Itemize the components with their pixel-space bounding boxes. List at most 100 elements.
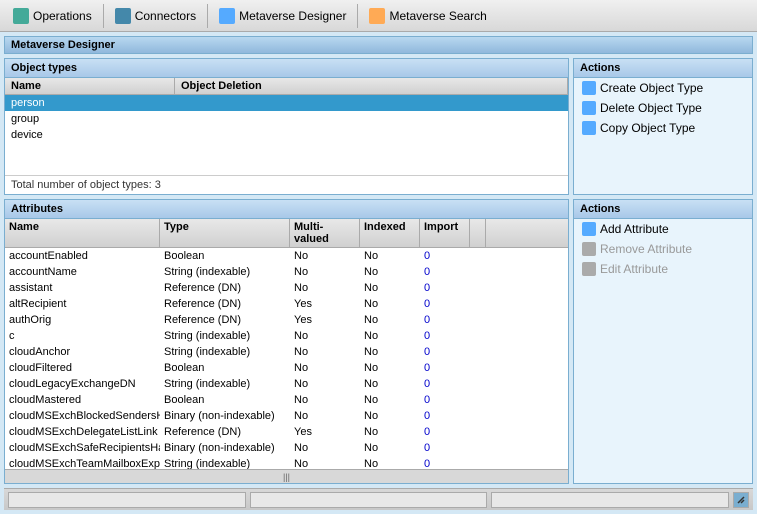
attr-name-cell: cloudMastered (5, 393, 160, 407)
obj-deletion-cell (181, 112, 562, 126)
attr-multi-cell: No (290, 441, 360, 455)
attr-col-scroll-spacer (470, 219, 486, 247)
mv-search-icon (369, 8, 385, 24)
lower-panel: Attributes Name Type Multi-valued Indexe… (4, 199, 753, 484)
attributes-title: Attributes (5, 200, 568, 219)
action-icon (582, 81, 596, 95)
attr-multi-cell: No (290, 361, 360, 375)
toolbar-divider-2 (207, 4, 208, 28)
connectors-button[interactable]: Connectors (106, 2, 205, 30)
attr-name-cell: assistant (5, 281, 160, 295)
attr-row[interactable]: cloudMSExchSafeRecipientsHash Binary (no… (5, 440, 568, 456)
attr-name-cell: cloudMSExchDelegateListLink (5, 425, 160, 439)
attr-action-item[interactable]: Add Attribute (574, 219, 752, 239)
object-action-item[interactable]: Delete Object Type (574, 98, 752, 118)
object-type-row[interactable]: group (5, 111, 568, 127)
attr-multi-cell: No (290, 393, 360, 407)
attr-row[interactable]: cloudMSExchDelegateListLink Reference (D… (5, 424, 568, 440)
attr-indexed-cell: No (360, 281, 420, 295)
attr-actions-panel: Actions Add Attribute Remove Attribute E… (573, 199, 753, 484)
attr-indexed-cell: No (360, 409, 420, 423)
attr-action-label: Edit Attribute (600, 262, 668, 276)
attr-type-cell: Reference (DN) (160, 313, 290, 327)
attr-import-cell: 0 (420, 425, 470, 439)
upper-panel: Object types Name Object Deletion person… (4, 58, 753, 195)
bottom-icon[interactable] (733, 492, 749, 508)
action-label: Copy Object Type (600, 121, 695, 135)
attr-table-header: Name Type Multi-valued Indexed Import (5, 219, 568, 248)
mv-designer-button[interactable]: Metaverse Designer (210, 2, 355, 30)
action-label: Delete Object Type (600, 101, 702, 115)
attr-row[interactable]: assistant Reference (DN) No No 0 (5, 280, 568, 296)
attr-type-cell: Reference (DN) (160, 425, 290, 439)
action-icon (582, 121, 596, 135)
attr-row[interactable]: accountName String (indexable) No No 0 (5, 264, 568, 280)
attr-row[interactable]: c String (indexable) No No 0 (5, 328, 568, 344)
attr-type-cell: Boolean (160, 249, 290, 263)
object-types-panel: Object types Name Object Deletion person… (4, 58, 569, 195)
bottom-bar (4, 488, 753, 510)
attr-import-cell: 0 (420, 361, 470, 375)
attr-type-cell: Binary (non-indexable) (160, 441, 290, 455)
attr-row[interactable]: accountEnabled Boolean No No 0 (5, 248, 568, 264)
object-actions-panel: Actions Create Object Type Delete Object… (573, 58, 753, 195)
attr-multi-cell: No (290, 281, 360, 295)
object-actions-body: Create Object Type Delete Object Type Co… (574, 78, 752, 138)
attr-indexed-cell: No (360, 441, 420, 455)
attr-action-label: Remove Attribute (600, 242, 692, 256)
attr-import-cell: 0 (420, 409, 470, 423)
attr-indexed-cell: No (360, 329, 420, 343)
attr-col-header-type: Type (160, 219, 290, 247)
attr-import-cell: 0 (420, 265, 470, 279)
attributes-panel: Attributes Name Type Multi-valued Indexe… (4, 199, 569, 484)
attr-name-cell: authOrig (5, 313, 160, 327)
col-header-deletion: Object Deletion (175, 78, 568, 94)
attr-row[interactable]: cloudFiltered Boolean No No 0 (5, 360, 568, 376)
attr-table-body[interactable]: accountEnabled Boolean No No 0 accountNa… (5, 248, 568, 469)
attr-import-cell: 0 (420, 377, 470, 391)
object-action-item[interactable]: Create Object Type (574, 78, 752, 98)
attr-name-cell: cloudAnchor (5, 345, 160, 359)
operations-label: Operations (33, 9, 92, 23)
attr-name-cell: cloudMSExchBlockedSendersHash (5, 409, 160, 423)
attr-indexed-cell: No (360, 361, 420, 375)
attr-row[interactable]: authOrig Reference (DN) Yes No 0 (5, 312, 568, 328)
attr-import-cell: 0 (420, 297, 470, 311)
attr-multi-cell: No (290, 249, 360, 263)
attr-action-label: Add Attribute (600, 222, 669, 236)
attr-action-icon (582, 222, 596, 236)
object-type-row[interactable]: person (5, 95, 568, 111)
attr-row[interactable]: altRecipient Reference (DN) Yes No 0 (5, 296, 568, 312)
attr-multi-cell: No (290, 377, 360, 391)
attr-multi-cell: Yes (290, 297, 360, 311)
attr-import-cell: 0 (420, 313, 470, 327)
obj-deletion-cell (181, 96, 562, 110)
attr-type-cell: String (indexable) (160, 457, 290, 469)
action-icon (582, 101, 596, 115)
attr-name-cell: cloudLegacyExchangeDN (5, 377, 160, 391)
attr-name-cell: accountEnabled (5, 249, 160, 263)
attr-col-header-multi: Multi-valued (290, 219, 360, 247)
attr-name-cell: accountName (5, 265, 160, 279)
attr-name-cell: cloudFiltered (5, 361, 160, 375)
attr-action-icon (582, 262, 596, 276)
attr-indexed-cell: No (360, 393, 420, 407)
mv-search-label: Metaverse Search (389, 9, 486, 23)
object-types-header: Name Object Deletion (5, 78, 568, 95)
attr-row[interactable]: cloudAnchor String (indexable) No No 0 (5, 344, 568, 360)
attr-row[interactable]: cloudLegacyExchangeDN String (indexable)… (5, 376, 568, 392)
section-title: Metaverse Designer (4, 36, 753, 54)
attr-row[interactable]: cloudMSExchTeamMailboxExpirati... String… (5, 456, 568, 469)
attr-actions-title: Actions (574, 200, 752, 219)
attr-name-cell: altRecipient (5, 297, 160, 311)
attr-row[interactable]: cloudMastered Boolean No No 0 (5, 392, 568, 408)
object-action-item[interactable]: Copy Object Type (574, 118, 752, 138)
mv-search-button[interactable]: Metaverse Search (360, 2, 495, 30)
attr-action-item: Edit Attribute (574, 259, 752, 279)
attr-row[interactable]: cloudMSExchBlockedSendersHash Binary (no… (5, 408, 568, 424)
attr-import-cell: 0 (420, 329, 470, 343)
attr-hscroll[interactable]: ||| (5, 469, 568, 483)
operations-button[interactable]: Operations (4, 2, 101, 30)
object-type-row[interactable]: device (5, 127, 568, 143)
attr-indexed-cell: No (360, 313, 420, 327)
